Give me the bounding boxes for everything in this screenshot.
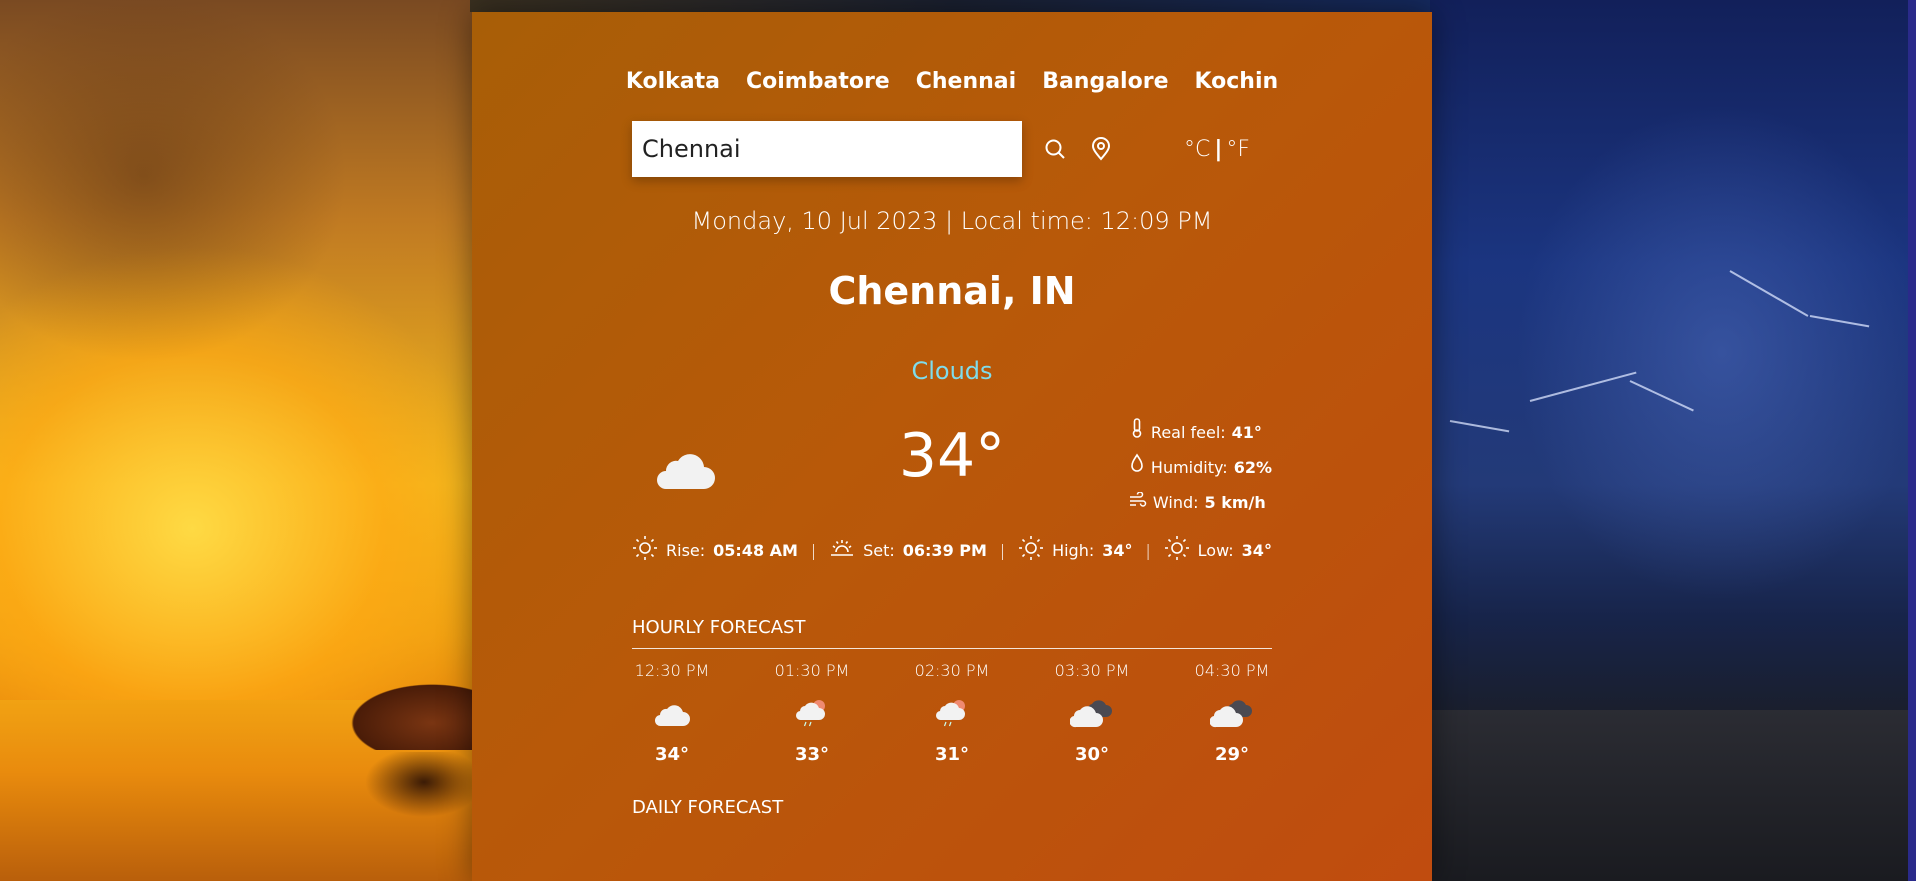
hour-time: 12:30 PM bbox=[634, 661, 710, 680]
celsius-button[interactable]: °C bbox=[1184, 137, 1210, 162]
divider: | bbox=[1145, 540, 1151, 560]
weather-details: Real feel: 41° Humidity: 62% Wind: 5 km/… bbox=[1129, 415, 1272, 520]
real-feel-row: Real feel: 41° bbox=[1129, 415, 1272, 450]
dark-clouds-icon bbox=[1210, 694, 1254, 734]
cloud-icon bbox=[653, 694, 691, 734]
weather-panel: Kolkata Coimbatore Chennai Bangalore Koc… bbox=[472, 12, 1432, 881]
search-input[interactable] bbox=[632, 121, 1022, 177]
hour-time: 02:30 PM bbox=[914, 661, 990, 680]
hourly-item: 01:30 PM 33° bbox=[772, 661, 852, 765]
cloud-rain-sun-icon bbox=[795, 694, 829, 734]
hour-temp: 30° bbox=[1074, 744, 1110, 765]
lightning-bolt bbox=[1529, 371, 1637, 402]
background-sunset-image bbox=[0, 0, 480, 881]
sunrise-value: 05:48 AM bbox=[713, 540, 798, 560]
high-temp-value: 34° bbox=[1102, 540, 1133, 560]
dark-clouds-icon bbox=[1070, 694, 1114, 734]
fahrenheit-button[interactable]: °F bbox=[1226, 137, 1250, 162]
real-feel-value: 41° bbox=[1231, 423, 1262, 442]
hourly-item: 12:30 PM 34° bbox=[632, 661, 712, 765]
search-row: °C | °F bbox=[632, 121, 1272, 177]
city-link-coimbatore[interactable]: Coimbatore bbox=[746, 69, 890, 94]
sunset-value: 06:39 PM bbox=[902, 540, 987, 560]
real-feel-label: Real feel: bbox=[1150, 423, 1226, 442]
sunset-label: Set: bbox=[863, 540, 895, 560]
humidity-value: 62% bbox=[1233, 458, 1272, 477]
weather-condition: Clouds bbox=[911, 357, 993, 385]
thermometer-icon bbox=[1129, 415, 1145, 450]
weather-content: Kolkata Coimbatore Chennai Bangalore Koc… bbox=[626, 12, 1278, 818]
humidity-row: Humidity: 62% bbox=[1129, 450, 1272, 485]
lightning-bolt bbox=[1449, 420, 1510, 433]
hourly-item: 04:30 PM 29° bbox=[1192, 661, 1272, 765]
wind-icon bbox=[1129, 485, 1147, 520]
date-time: Monday, 10 Jul 2023 | Local time: 12:09 … bbox=[691, 207, 1213, 235]
background-island bbox=[320, 660, 480, 750]
sunset-item: Set: 06:39 PM bbox=[829, 535, 987, 565]
low-temp-value: 34° bbox=[1241, 540, 1272, 560]
droplet-icon bbox=[1129, 450, 1145, 485]
background-storm-sea bbox=[1430, 710, 1916, 881]
hourly-item: 03:30 PM 30° bbox=[1052, 661, 1132, 765]
high-temp-item: High: 34° bbox=[1018, 535, 1133, 565]
wind-label: Wind: bbox=[1152, 493, 1199, 512]
background-top-strip bbox=[470, 0, 1440, 12]
hourly-forecast-title: HOURLY FORECAST bbox=[632, 617, 1272, 649]
low-temp-item: Low: 34° bbox=[1164, 535, 1272, 565]
location-pin-icon[interactable] bbox=[1088, 136, 1114, 162]
sunset-icon bbox=[829, 535, 855, 565]
sunrise-label: Rise: bbox=[666, 540, 706, 560]
daily-forecast-title: DAILY FORECAST bbox=[632, 797, 784, 818]
sunrise-item: Rise: 05:48 AM bbox=[632, 535, 798, 565]
unit-toggle: °C | °F bbox=[1184, 137, 1250, 162]
hour-temp: 31° bbox=[934, 744, 970, 765]
hourly-forecast: 12:30 PM 34° 01:30 PM 33° 02:30 PM 31° 0… bbox=[632, 661, 1272, 765]
hour-time: 04:30 PM bbox=[1194, 661, 1270, 680]
city-link-chennai[interactable]: Chennai bbox=[916, 69, 1016, 94]
hourly-item: 02:30 PM 31° bbox=[912, 661, 992, 765]
hour-temp: 34° bbox=[654, 744, 690, 765]
hour-time: 03:30 PM bbox=[1054, 661, 1130, 680]
city-nav: Kolkata Coimbatore Chennai Bangalore Koc… bbox=[626, 69, 1278, 94]
sun-icon bbox=[632, 535, 658, 565]
location-title: Chennai, IN bbox=[828, 269, 1076, 313]
search-icon[interactable] bbox=[1042, 136, 1068, 162]
background-storm-image bbox=[1430, 0, 1916, 881]
low-temp-label: Low: bbox=[1197, 540, 1234, 560]
cloud-rain-sun-icon bbox=[935, 694, 969, 734]
hour-time: 01:30 PM bbox=[774, 661, 850, 680]
unit-separator: | bbox=[1214, 136, 1223, 162]
current-weather: 34° Real feel: 41° Humidity: 62% Wind: 5… bbox=[632, 415, 1272, 535]
hour-temp: 29° bbox=[1214, 744, 1250, 765]
hour-temp: 33° bbox=[794, 744, 830, 765]
sun-icon bbox=[1164, 535, 1190, 565]
lightning-bolt bbox=[1629, 380, 1694, 412]
city-link-kochin[interactable]: Kochin bbox=[1194, 69, 1278, 94]
high-temp-label: High: bbox=[1052, 540, 1095, 560]
wind-value: 5 km/h bbox=[1204, 493, 1266, 512]
wind-row: Wind: 5 km/h bbox=[1129, 485, 1272, 520]
sun-icon bbox=[1018, 535, 1044, 565]
background-reflection bbox=[340, 752, 480, 852]
lightning-bolt bbox=[1809, 315, 1870, 328]
divider: | bbox=[999, 540, 1006, 560]
humidity-label: Humidity: bbox=[1150, 458, 1228, 477]
city-link-bangalore[interactable]: Bangalore bbox=[1042, 69, 1168, 94]
scrollbar-edge bbox=[1908, 0, 1916, 881]
sun-row: Rise: 05:48 AM | Set: 06:39 PM | High: 3… bbox=[632, 535, 1272, 565]
city-link-kolkata[interactable]: Kolkata bbox=[626, 69, 720, 94]
divider: | bbox=[810, 540, 817, 560]
lightning-bolt bbox=[1729, 270, 1809, 317]
